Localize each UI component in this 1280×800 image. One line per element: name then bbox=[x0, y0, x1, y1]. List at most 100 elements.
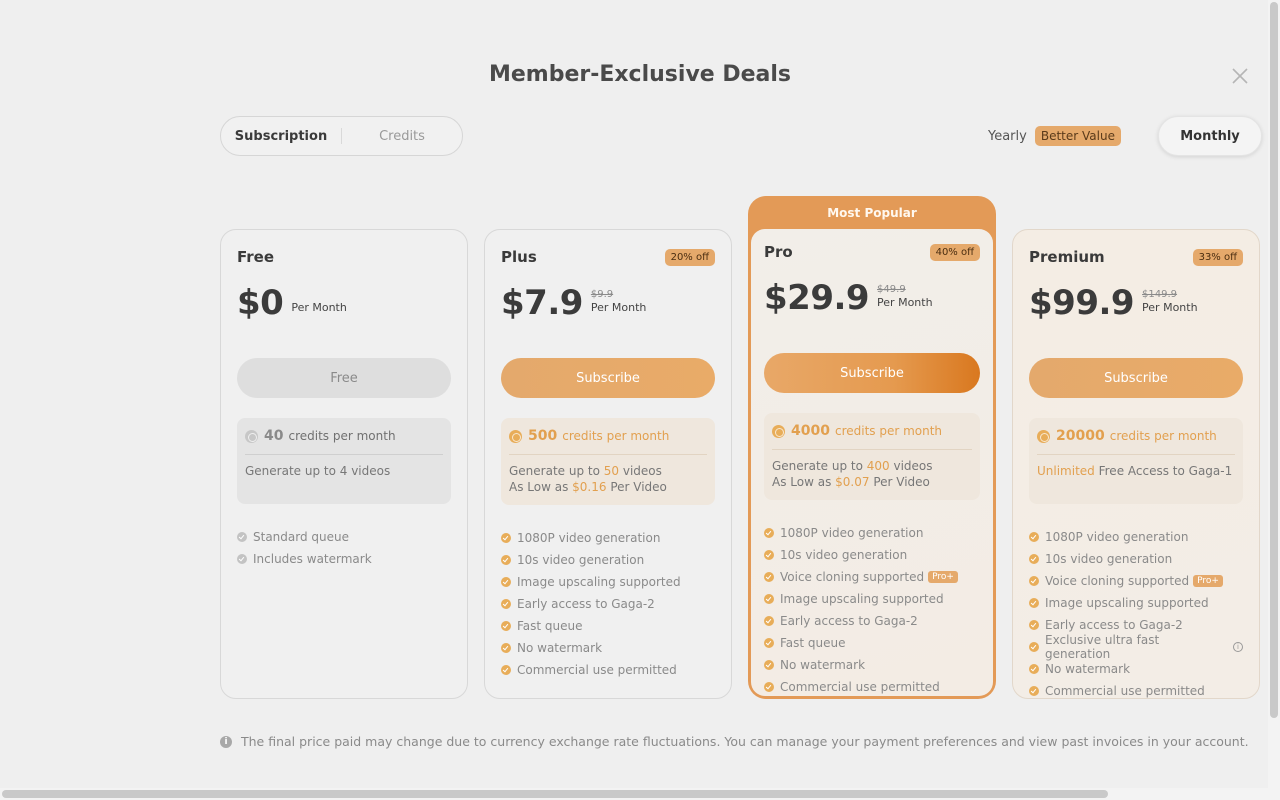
feature-text: Standard queue bbox=[253, 530, 349, 544]
feature-item: Includes watermark bbox=[237, 548, 451, 570]
check-icon bbox=[764, 660, 774, 670]
plan-name: Premium bbox=[1029, 248, 1105, 266]
check-icon bbox=[1029, 598, 1039, 608]
generate-line: Generate up to 4 videos bbox=[245, 464, 391, 478]
check-icon bbox=[1029, 532, 1039, 542]
feature-item: No watermark bbox=[501, 637, 715, 659]
credits-amount: 4000 bbox=[791, 423, 830, 439]
info-icon[interactable]: i bbox=[1233, 642, 1243, 652]
feature-text: Voice cloning supported bbox=[1045, 574, 1190, 588]
monthly-option[interactable]: Monthly bbox=[1158, 116, 1262, 156]
horizontal-scrollbar[interactable] bbox=[2, 790, 1108, 798]
check-icon bbox=[501, 555, 511, 565]
feature-text: Includes watermark bbox=[253, 552, 372, 566]
plan-name: Plus bbox=[501, 248, 537, 266]
cost-line: As Low as $0.07 Per Video bbox=[772, 475, 930, 489]
feature-item: No watermark bbox=[1029, 658, 1243, 680]
feature-item: 1080P video generation bbox=[501, 527, 715, 549]
feature-item: Image upscaling supported bbox=[501, 571, 715, 593]
price-period: Per Month bbox=[1142, 301, 1198, 314]
check-icon bbox=[764, 528, 774, 538]
discount-badge: 33% off bbox=[1192, 248, 1243, 266]
check-icon bbox=[501, 577, 511, 587]
close-icon[interactable] bbox=[1228, 64, 1252, 88]
vertical-scrollbar[interactable] bbox=[1270, 2, 1278, 718]
check-icon bbox=[501, 599, 511, 609]
check-icon bbox=[1029, 664, 1039, 674]
subscribe-button-pro[interactable]: Subscribe bbox=[764, 353, 980, 393]
credits-box: 4000 credits per month Generate up to 40… bbox=[764, 413, 980, 500]
feature-item: 10s video generation bbox=[1029, 548, 1243, 570]
credits-label: credits per month bbox=[834, 424, 943, 438]
credits-divider bbox=[1037, 454, 1235, 455]
check-icon bbox=[1029, 686, 1039, 696]
feature-text: Early access to Gaga-2 bbox=[1045, 618, 1183, 632]
feature-text: No watermark bbox=[780, 658, 866, 672]
feature-item: 10s video generation bbox=[764, 544, 980, 566]
coin-icon bbox=[1037, 429, 1050, 443]
check-icon bbox=[764, 572, 774, 582]
check-icon bbox=[237, 554, 247, 564]
original-price: $9.9 bbox=[590, 289, 614, 300]
pricing-modal: Member-Exclusive Deals Subscription Cred… bbox=[0, 0, 1280, 800]
price-period: Per Month bbox=[291, 301, 347, 314]
feature-item: No watermark bbox=[764, 654, 980, 676]
check-icon bbox=[1029, 620, 1039, 630]
price-period: Per Month bbox=[590, 301, 647, 314]
feature-text: Fast queue bbox=[517, 619, 583, 633]
feature-item: Early access to Gaga-2 bbox=[501, 593, 715, 615]
credits-label: credits per month bbox=[562, 429, 670, 443]
price-period: Per Month bbox=[877, 296, 933, 309]
credits-label: credits per month bbox=[1109, 429, 1217, 443]
feature-item: Commercial use permitted bbox=[501, 659, 715, 681]
feature-text: No watermark bbox=[1045, 662, 1131, 676]
discount-badge: 40% off bbox=[929, 243, 980, 261]
plan-price: $29.9 bbox=[764, 278, 870, 318]
credits-label: credits per month bbox=[288, 429, 396, 443]
coin-icon bbox=[245, 429, 258, 443]
feature-item: Fast queue bbox=[501, 615, 715, 637]
feature-text: Image upscaling supported bbox=[517, 575, 681, 589]
check-icon bbox=[501, 643, 511, 653]
feature-list: 1080P video generation 10s video generat… bbox=[501, 527, 715, 681]
credits-divider bbox=[772, 449, 972, 450]
original-price: $149.9 bbox=[1142, 289, 1178, 300]
coin-icon bbox=[772, 424, 785, 438]
feature-text: Image upscaling supported bbox=[1045, 596, 1209, 610]
check-icon bbox=[764, 682, 774, 692]
free-button[interactable]: Free bbox=[237, 358, 451, 398]
plan-name: Free bbox=[237, 248, 275, 266]
feature-item: Voice cloning supported Pro+ bbox=[1029, 570, 1243, 592]
credits-box: 20000 credits per month Unlimited Free A… bbox=[1029, 418, 1243, 504]
tab-subscription[interactable]: Subscription bbox=[221, 129, 341, 144]
feature-item: 1080P video generation bbox=[1029, 526, 1243, 548]
check-icon bbox=[1029, 554, 1039, 564]
subscribe-button-plus[interactable]: Subscribe bbox=[501, 358, 715, 398]
feature-item: Fast queue bbox=[764, 632, 980, 654]
discount-badge: 20% off bbox=[664, 248, 715, 266]
feature-item: Commercial use permitted bbox=[764, 676, 980, 698]
generate-line: Generate up to 400 videos bbox=[772, 459, 933, 473]
check-icon bbox=[501, 621, 511, 631]
feature-text: Commercial use permitted bbox=[517, 663, 677, 677]
feature-text: 10s video generation bbox=[780, 548, 908, 562]
yearly-option[interactable]: Yearly bbox=[988, 129, 1027, 144]
tab-credits[interactable]: Credits bbox=[342, 129, 462, 144]
credits-box: 40 credits per month Generate up to 4 vi… bbox=[237, 418, 451, 504]
subscribe-button-premium[interactable]: Subscribe bbox=[1029, 358, 1243, 398]
plan-price: $7.9 bbox=[501, 283, 583, 323]
feature-text: 10s video generation bbox=[517, 553, 645, 567]
check-icon bbox=[764, 550, 774, 560]
pro-plus-badge: Pro+ bbox=[928, 571, 958, 583]
billing-period: Yearly Better Value bbox=[988, 116, 1121, 156]
pro-plus-badge: Pro+ bbox=[1193, 575, 1223, 587]
feature-text: Image upscaling supported bbox=[780, 592, 944, 606]
feature-text: Exclusive ultra fast generation bbox=[1045, 633, 1160, 661]
feature-item: Exclusive ultra fast generation i bbox=[1029, 633, 1243, 661]
feature-item: Commercial use permitted bbox=[1029, 680, 1243, 702]
feature-list: 1080P video generation 10s video generat… bbox=[764, 522, 980, 698]
feature-text: 1080P video generation bbox=[780, 526, 924, 540]
feature-item: Early access to Gaga-2 bbox=[764, 610, 980, 632]
feature-item: 1080P video generation bbox=[764, 522, 980, 544]
info-icon: i bbox=[220, 735, 232, 748]
